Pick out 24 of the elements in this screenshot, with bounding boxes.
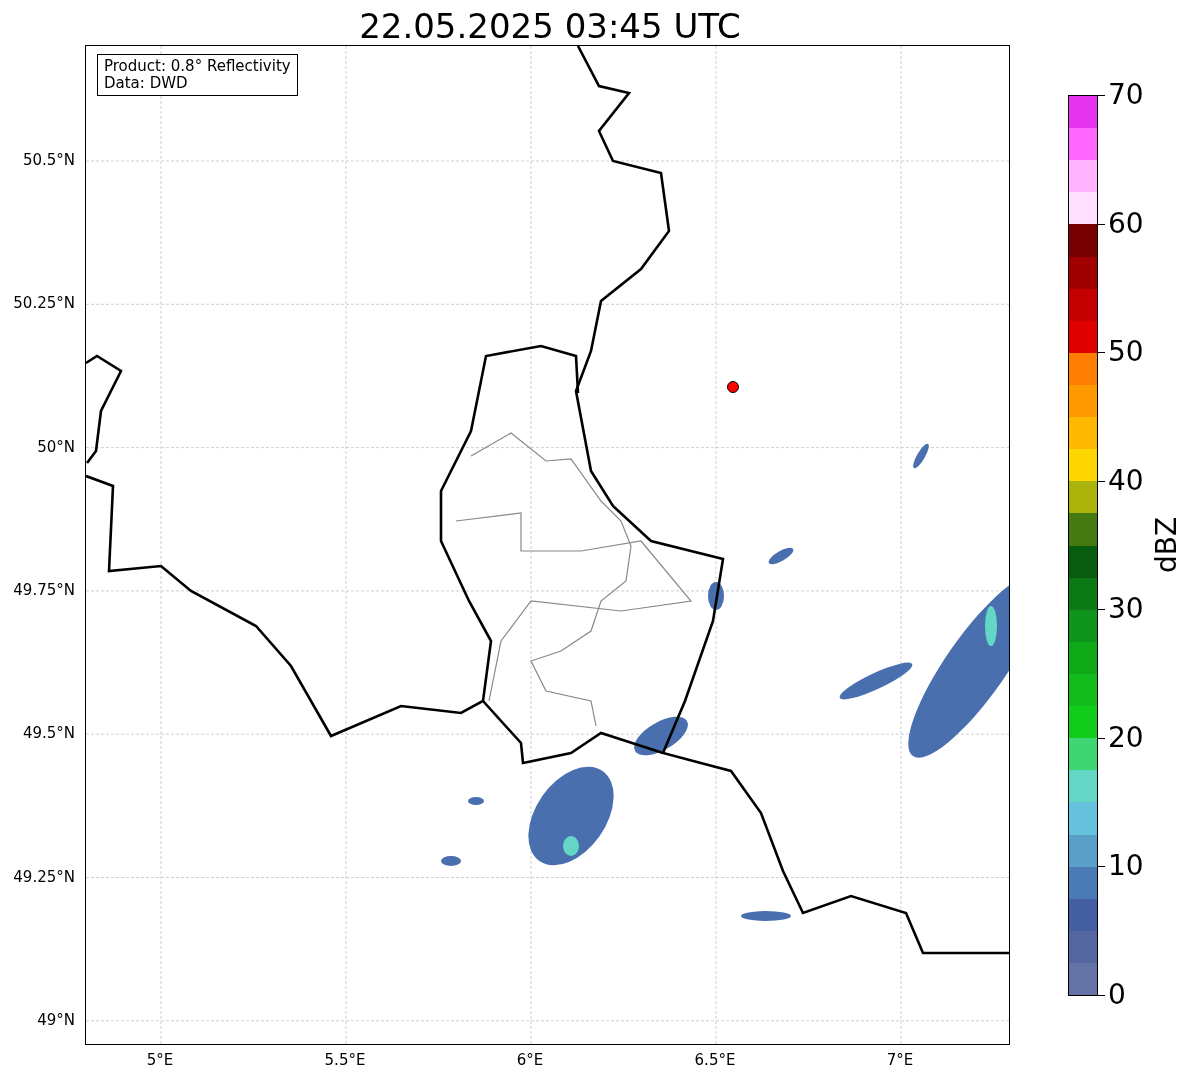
longitude-label: 6°E (516, 1051, 544, 1069)
latitude-label: 50°N (37, 437, 75, 456)
longitude-label: 5.5°E (324, 1051, 366, 1069)
info-text: Data: DWD (104, 75, 189, 92)
colorbar-tick-label: 40 (1108, 463, 1144, 498)
colorbar-tick-label: 70 (1108, 78, 1144, 112)
colorbar-tick-label: 30 (1108, 592, 1144, 627)
info-text: Product: 0.8° Reflectivity (104, 58, 291, 75)
longitude-label: 7°E (886, 1051, 914, 1069)
longitude-label: 6.5°E (694, 1051, 736, 1069)
latitude-label: 49°N (37, 1010, 75, 1029)
colorbar-tick-label: 0 (1108, 978, 1126, 1012)
longitude-label: 5°E (146, 1051, 174, 1069)
chart-title: 22.05.2025 03:45 UTC (358, 5, 742, 45)
colorbar-tick-label: 20 (1108, 720, 1144, 755)
latitude-label: 49.5°N (22, 724, 75, 743)
colorbar-tick-label: 50 (1108, 335, 1144, 370)
latitude-label: 50.5°N (22, 151, 75, 169)
latitude-label: 50.25°N (13, 294, 75, 313)
colorbar-tick-label: 60 (1108, 206, 1144, 241)
latitude-label: 49.25°N (13, 867, 75, 886)
latitude-label: 49.75°N (13, 580, 75, 599)
colorbar-tick-label: 10 (1108, 849, 1144, 884)
colorbar-label: dBZ (1149, 516, 1183, 574)
